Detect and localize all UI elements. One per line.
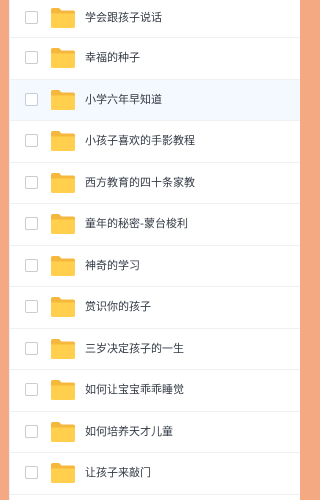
file-list: 学会跟孩子说话 幸福的种子 小学六年早知道 小孩子喜欢的手影教程 西方教育的四十… xyxy=(10,0,300,495)
folder-icon xyxy=(50,130,76,152)
row-checkbox[interactable] xyxy=(25,92,38,106)
file-row[interactable]: 幸福的种子 xyxy=(10,38,300,80)
folder-name[interactable]: 西方教育的四十条家教 xyxy=(85,174,195,192)
file-row[interactable]: 小孩子喜欢的手影教程 xyxy=(10,121,300,163)
folder-icon xyxy=(50,338,76,360)
folder-name[interactable]: 如何让宝宝乖乖睡觉 xyxy=(85,381,184,399)
folder-icon xyxy=(50,7,76,29)
folder-name[interactable]: 小孩子喜欢的手影教程 xyxy=(85,132,195,150)
folder-icon xyxy=(50,379,76,401)
row-checkbox[interactable] xyxy=(25,51,38,64)
row-checkbox[interactable] xyxy=(25,424,38,438)
row-checkbox[interactable] xyxy=(25,258,38,272)
row-checkbox[interactable] xyxy=(25,300,38,313)
file-row[interactable]: 让孩子来敲门 xyxy=(10,453,300,495)
file-row[interactable]: 西方教育的四十条家教 xyxy=(10,163,300,204)
folder-name[interactable]: 小学六年早知道 xyxy=(85,91,162,109)
folder-name[interactable]: 三岁决定孩子的一生 xyxy=(85,340,184,358)
file-list-panel: 学会跟孩子说话 幸福的种子 小学六年早知道 小孩子喜欢的手影教程 西方教育的四十… xyxy=(9,0,300,500)
row-checkbox[interactable] xyxy=(25,134,38,147)
folder-name[interactable]: 如何培养天才儿童 xyxy=(85,423,173,441)
file-row[interactable]: 神奇的学习 xyxy=(10,246,300,287)
folder-name[interactable]: 童年的秘密-蒙台梭利 xyxy=(85,215,188,233)
row-checkbox[interactable] xyxy=(25,341,38,355)
row-checkbox[interactable] xyxy=(25,11,38,24)
folder-icon xyxy=(50,172,76,194)
file-row[interactable]: 如何让宝宝乖乖睡觉 xyxy=(10,370,300,412)
folder-icon xyxy=(50,47,76,69)
file-row[interactable]: 学会跟孩子说话 xyxy=(10,0,300,38)
folder-icon xyxy=(50,462,76,484)
folder-icon xyxy=(50,213,76,235)
file-row[interactable]: 三岁决定孩子的一生 xyxy=(10,329,300,370)
file-row[interactable]: 童年的秘密-蒙台梭利 xyxy=(10,204,300,246)
folder-name[interactable]: 学会跟孩子说话 xyxy=(85,9,162,27)
row-checkbox[interactable] xyxy=(25,466,38,479)
folder-icon xyxy=(50,296,76,318)
file-row[interactable]: 如何培养天才儿童 xyxy=(10,412,300,453)
folder-name[interactable]: 幸福的种子 xyxy=(85,49,140,67)
row-checkbox[interactable] xyxy=(25,175,38,189)
folder-icon xyxy=(50,255,76,277)
file-row[interactable]: 赏识你的孩子 xyxy=(10,287,300,329)
folder-icon xyxy=(50,421,76,443)
file-row[interactable]: 小学六年早知道 xyxy=(10,79,300,121)
row-checkbox[interactable] xyxy=(25,383,38,396)
folder-name[interactable]: 神奇的学习 xyxy=(85,257,140,275)
folder-icon xyxy=(50,89,76,111)
folder-name[interactable]: 赏识你的孩子 xyxy=(85,298,151,316)
folder-name[interactable]: 让孩子来敲门 xyxy=(85,464,151,482)
row-checkbox[interactable] xyxy=(25,217,38,230)
